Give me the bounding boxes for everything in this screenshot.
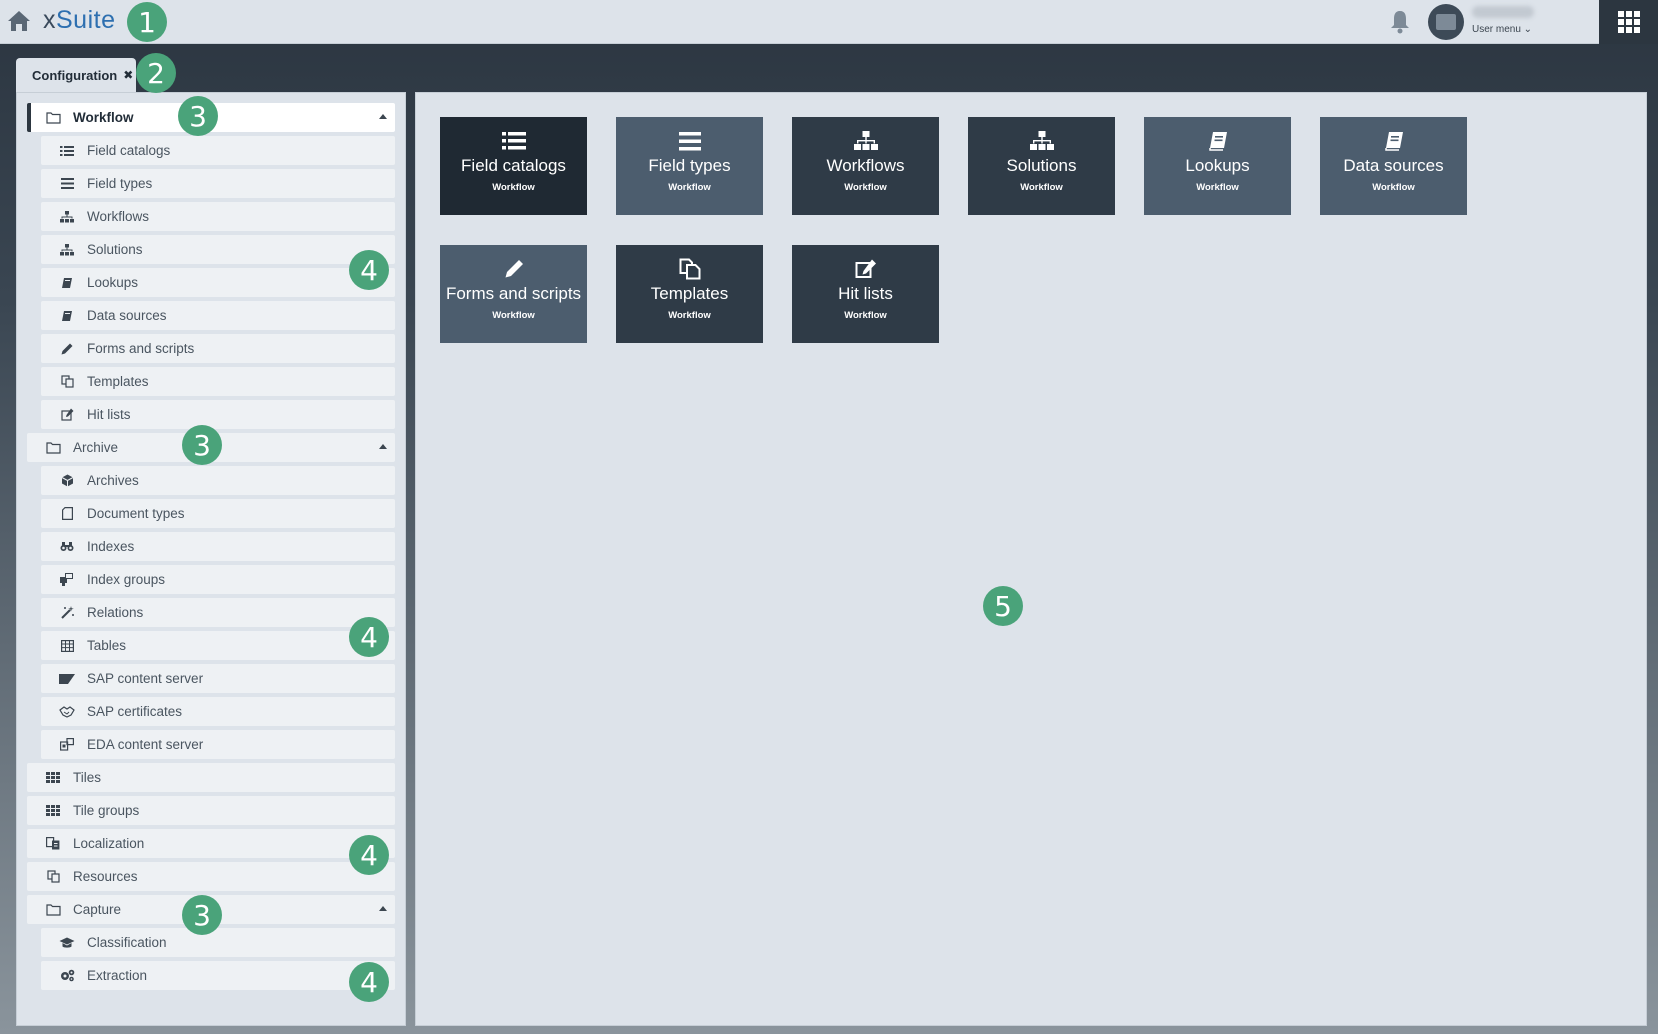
tile-hit-lists[interactable]: Hit lists Workflow: [792, 245, 939, 343]
sidebar-item-sap-content-server[interactable]: SAP content server: [41, 664, 395, 693]
pencil-icon: [501, 257, 527, 281]
caret-up-icon[interactable]: [379, 444, 387, 449]
copy-icon: [677, 257, 703, 281]
tile-workflows[interactable]: Workflows Workflow: [792, 117, 939, 215]
sitemap-icon: [1029, 129, 1055, 153]
sidebar-item-tables[interactable]: Tables: [41, 631, 395, 660]
sidebar-item-document-types[interactable]: Document types: [41, 499, 395, 528]
tiles-panel: Field catalogs Workflow Field types Work…: [415, 92, 1647, 1026]
sidebar-item-workflows[interactable]: Workflows: [41, 202, 395, 231]
tile-field-catalogs[interactable]: Field catalogs Workflow: [440, 117, 587, 215]
sidebar-item-indexes[interactable]: Indexes: [41, 532, 395, 561]
sidebar-item-field-types[interactable]: Field types: [41, 169, 395, 198]
home-icon[interactable]: [6, 9, 32, 33]
book-icon: [1381, 129, 1407, 153]
sidebar-item-data-sources[interactable]: Data sources: [41, 301, 395, 330]
sidebar-item-solutions[interactable]: Solutions: [41, 235, 395, 264]
folder-icon: [45, 902, 61, 918]
book-icon: [1205, 129, 1231, 153]
avatar[interactable]: [1428, 4, 1464, 40]
tile-templates[interactable]: Templates Workflow: [616, 245, 763, 343]
book-icon: [59, 308, 75, 324]
sidebar-item-sap-certificates[interactable]: SAP certificates: [41, 697, 395, 726]
copy-icon: [45, 869, 61, 885]
sidebar-item-resources[interactable]: Resources: [27, 862, 395, 891]
marker-badge-5: 5: [983, 586, 1023, 626]
brand-logo[interactable]: xSuite: [43, 6, 115, 35]
sidebar-item-tiles[interactable]: Tiles: [27, 763, 395, 792]
table-icon: [59, 638, 75, 654]
file-icon: [59, 506, 75, 522]
bars-icon: [59, 176, 75, 192]
bars-icon: [677, 129, 703, 153]
sitemap-icon: [853, 129, 879, 153]
book-icon: [59, 275, 75, 291]
sidebar-group-label: Archive: [73, 440, 119, 455]
tab-label: Configuration: [32, 67, 118, 83]
sidebar-item-extraction[interactable]: Extraction: [41, 961, 395, 990]
sidebar-item-hit-lists[interactable]: Hit lists: [41, 400, 395, 429]
edit-icon: [853, 257, 879, 281]
sidebar-item-forms-and-scripts[interactable]: Forms and scripts: [41, 334, 395, 363]
grid-icon: [45, 803, 61, 819]
caret-up-icon[interactable]: [379, 906, 387, 911]
tile-data-sources[interactable]: Data sources Workflow: [1320, 117, 1467, 215]
marker-badge-4: 4: [349, 617, 389, 657]
list-icon: [59, 143, 75, 159]
tile-forms-and-scripts[interactable]: Forms and scripts Workflow: [440, 245, 587, 343]
graduation-cap-icon: [59, 935, 75, 951]
index-groups-icon: [59, 572, 75, 588]
sitemap-icon: [59, 209, 75, 225]
language-icon: [45, 836, 61, 852]
eda-icon: [59, 737, 75, 753]
marker-badge-3: 3: [178, 96, 218, 136]
close-icon[interactable]: ✖: [123, 68, 133, 82]
top-bar: xSuite User menu ⌄: [0, 0, 1658, 44]
marker-badge-2: 2: [136, 53, 176, 93]
sidebar: Workflow Field catalogs Field types Work…: [16, 92, 406, 1026]
sidebar-item-tile-groups[interactable]: Tile groups: [27, 796, 395, 825]
apps-grid-button[interactable]: [1599, 0, 1658, 44]
sidebar-item-classification[interactable]: Classification: [41, 928, 395, 957]
sidebar-group-label: Workflow: [73, 110, 134, 125]
cogs-icon: [59, 968, 75, 984]
sidebar-item-field-catalogs[interactable]: Field catalogs: [41, 136, 395, 165]
handshake-icon: [59, 704, 75, 720]
marker-badge-4: 4: [349, 250, 389, 290]
edit-icon: [59, 407, 75, 423]
sitemap-icon: [59, 242, 75, 258]
sidebar-item-lookups[interactable]: Lookups: [41, 268, 395, 297]
sidebar-group-label: Capture: [73, 902, 122, 917]
pencil-icon: [59, 341, 75, 357]
sidebar-item-relations[interactable]: Relations: [41, 598, 395, 627]
sap-icon: [59, 671, 75, 687]
caret-up-icon[interactable]: [379, 114, 387, 119]
magic-icon: [59, 605, 75, 621]
list-icon: [501, 129, 527, 153]
marker-badge-4: 4: [349, 835, 389, 875]
marker-badge-3: 3: [182, 895, 222, 935]
bell-icon[interactable]: [1388, 9, 1412, 35]
cube-icon: [59, 473, 75, 489]
tile-lookups[interactable]: Lookups Workflow: [1144, 117, 1291, 215]
sidebar-item-eda-content-server[interactable]: EDA content server: [41, 730, 395, 759]
folder-icon: [45, 110, 61, 126]
tile-field-types[interactable]: Field types Workflow: [616, 117, 763, 215]
user-menu[interactable]: User menu ⌄: [1472, 24, 1532, 35]
sidebar-item-templates[interactable]: Templates: [41, 367, 395, 396]
marker-badge-4: 4: [349, 962, 389, 1002]
sidebar-item-index-groups[interactable]: Index groups: [41, 565, 395, 594]
folder-icon: [45, 440, 61, 456]
marker-badge-1: 1: [127, 2, 167, 42]
username-redacted: [1472, 6, 1534, 18]
marker-badge-3: 3: [182, 425, 222, 465]
grid-icon: [1617, 11, 1640, 33]
sidebar-item-archives[interactable]: Archives: [41, 466, 395, 495]
grid-icon: [45, 770, 61, 786]
sidebar-item-localization[interactable]: Localization: [27, 829, 395, 858]
tab-configuration[interactable]: Configuration ✖: [16, 58, 136, 92]
copy-icon: [59, 374, 75, 390]
tile-solutions[interactable]: Solutions Workflow: [968, 117, 1115, 215]
binoculars-icon: [59, 539, 75, 555]
